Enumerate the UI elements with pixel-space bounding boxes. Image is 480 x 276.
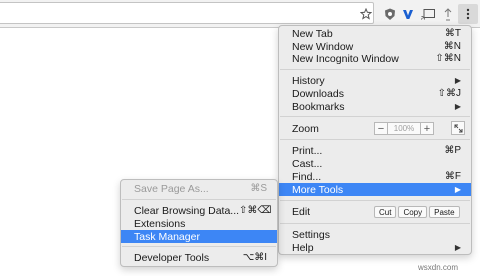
browser-toolbar bbox=[0, 0, 480, 28]
submenu-item-developer-tools[interactable]: Developer Tools ⌥⌘I bbox=[121, 251, 277, 264]
menu-item-label: Clear Browsing Data... bbox=[134, 204, 240, 217]
menu-item-label: Save Page As... bbox=[134, 182, 209, 195]
menu-divider bbox=[122, 246, 276, 247]
menu-item-new-incognito-window[interactable]: New Incognito Window ⇧⌘N bbox=[279, 52, 471, 65]
menu-item-label: More Tools bbox=[292, 183, 344, 196]
menu-item-label: Help bbox=[292, 241, 314, 254]
submenu-arrow-icon: ▶ bbox=[454, 185, 461, 194]
menu-item-bookmarks[interactable]: Bookmarks ▶ bbox=[279, 100, 471, 113]
menu-item-print[interactable]: Print... ⌘P bbox=[279, 144, 471, 157]
tack-extension-icon[interactable] bbox=[438, 4, 458, 24]
address-bar[interactable] bbox=[0, 2, 374, 24]
submenu-arrow-icon: ▶ bbox=[454, 243, 461, 252]
menu-item-cast[interactable]: Cast... bbox=[279, 157, 471, 170]
menu-item-settings[interactable]: Settings bbox=[279, 228, 471, 241]
menu-item-downloads[interactable]: Downloads ⇧⌘J bbox=[279, 87, 471, 100]
menu-item-more-tools[interactable]: More Tools ▶ bbox=[279, 183, 471, 196]
shortcut-label: ⌘S bbox=[250, 183, 267, 194]
menu-divider bbox=[280, 69, 470, 70]
submenu-item-task-manager[interactable]: Task Manager bbox=[121, 230, 277, 243]
paste-button[interactable]: Paste bbox=[429, 206, 460, 218]
menu-item-label: Find... bbox=[292, 170, 322, 183]
menu-item-label: New Window bbox=[292, 40, 354, 53]
submenu-item-extensions[interactable]: Extensions bbox=[121, 217, 277, 230]
submenu-arrow-icon: ▶ bbox=[454, 102, 461, 111]
fullscreen-icon bbox=[454, 124, 462, 132]
fullscreen-button[interactable] bbox=[451, 121, 465, 135]
submenu-item-save-page-as: Save Page As... ⌘S bbox=[121, 182, 277, 195]
menu-icon[interactable] bbox=[458, 4, 478, 24]
v-extension-icon[interactable] bbox=[398, 4, 418, 24]
zoom-control: − 100% + bbox=[374, 122, 434, 135]
menu-item-find[interactable]: Find... ⌘F bbox=[279, 170, 471, 183]
cast-icon[interactable] bbox=[418, 4, 438, 24]
shortcut-label: ⌘N bbox=[443, 41, 461, 52]
submenu-arrow-icon: ▶ bbox=[454, 76, 461, 85]
submenu-item-clear-browsing-data[interactable]: Clear Browsing Data... ⇧⌘⌫ bbox=[121, 204, 277, 217]
menu-divider bbox=[280, 200, 470, 201]
shortcut-label: ⌘T bbox=[444, 28, 461, 39]
zoom-out-button[interactable]: − bbox=[374, 122, 388, 135]
more-tools-submenu: Save Page As... ⌘S Clear Browsing Data..… bbox=[120, 179, 278, 267]
menu-item-label: New Tab bbox=[292, 27, 333, 40]
menu-item-label: Task Manager bbox=[134, 230, 200, 243]
menu-divider bbox=[280, 223, 470, 224]
menu-item-label: Settings bbox=[292, 228, 330, 241]
shortcut-label: ⇧⌘⌫ bbox=[239, 205, 272, 216]
shortcut-label: ⌘P bbox=[444, 145, 461, 156]
menu-item-label: Extensions bbox=[134, 217, 186, 230]
menu-item-label: Bookmarks bbox=[292, 100, 345, 113]
menu-item-label: Developer Tools bbox=[134, 251, 210, 264]
menu-divider bbox=[280, 116, 470, 117]
menu-item-label: New Incognito Window bbox=[292, 52, 399, 65]
menu-item-label: Downloads bbox=[292, 87, 344, 100]
shortcut-label: ⇧⌘J bbox=[437, 88, 461, 99]
menu-divider bbox=[280, 139, 470, 140]
menu-item-history[interactable]: History ▶ bbox=[279, 74, 471, 87]
shortcut-label: ⌘F bbox=[444, 171, 461, 182]
zoom-in-button[interactable]: + bbox=[420, 122, 434, 135]
edit-controls: Cut Copy Paste bbox=[374, 206, 460, 218]
shortcut-label: ⇧⌘N bbox=[435, 53, 461, 64]
zoom-level: 100% bbox=[388, 122, 420, 135]
cut-button[interactable]: Cut bbox=[374, 206, 397, 218]
menu-item-label: Cast... bbox=[292, 157, 323, 170]
chrome-main-menu: New Tab ⌘T New Window ⌘N New Incognito W… bbox=[278, 25, 472, 255]
menu-item-label: Print... bbox=[292, 144, 323, 157]
watermark: wsxdn.com bbox=[418, 263, 459, 272]
menu-item-label: History bbox=[292, 74, 325, 87]
star-icon[interactable] bbox=[356, 4, 376, 24]
menu-divider bbox=[122, 199, 276, 200]
menu-item-help[interactable]: Help ▶ bbox=[279, 241, 471, 254]
copy-button[interactable]: Copy bbox=[398, 206, 428, 218]
menu-item-new-tab[interactable]: New Tab ⌘T bbox=[279, 27, 471, 40]
shield-extension-icon[interactable] bbox=[380, 4, 400, 24]
shortcut-label: ⌥⌘I bbox=[242, 252, 267, 263]
